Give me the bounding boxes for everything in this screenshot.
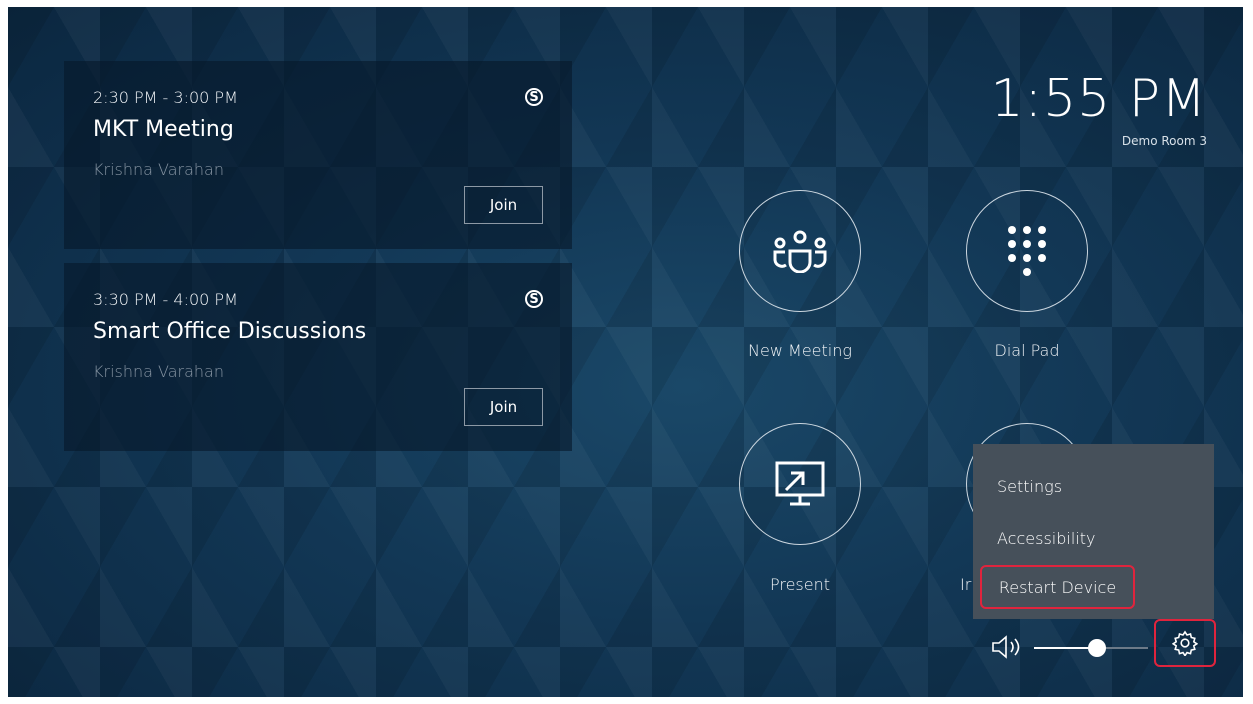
join-button[interactable]: Join <box>464 186 543 224</box>
meeting-time: 2:30 PM - 3:00 PM <box>93 88 238 107</box>
dialpad-icon <box>1008 226 1046 276</box>
volume-slider-thumb[interactable] <box>1087 639 1106 657</box>
new-meeting-button[interactable] <box>739 190 861 312</box>
meeting-title: MKT Meeting <box>93 117 234 142</box>
skype-icon: S <box>525 290 543 308</box>
dial-pad-label: Dial Pad <box>994 341 1060 360</box>
meeting-card-1[interactable]: 2:30 PM - 3:00 PM S MKT Meeting Krishna … <box>64 61 572 249</box>
skype-icon: S <box>525 88 543 106</box>
dial-pad-button[interactable] <box>966 190 1088 312</box>
present-screen-icon <box>775 461 825 506</box>
speaker-icon[interactable] <box>991 634 1025 660</box>
menu-item-settings[interactable]: Settings <box>997 477 1062 496</box>
volume-slider[interactable] <box>1034 639 1148 657</box>
room-console-screen: 2:30 PM - 3:00 PM S MKT Meeting Krishna … <box>8 7 1243 697</box>
present-button[interactable] <box>739 423 861 545</box>
gear-icon <box>1172 630 1198 656</box>
settings-menu: Settings Accessibility Restart Device <box>973 444 1214 619</box>
meeting-organizer: Krishna Varahan <box>93 362 224 381</box>
meeting-time: 3:30 PM - 4:00 PM <box>93 290 238 309</box>
invite-label: Ir <box>960 575 972 594</box>
menu-item-accessibility[interactable]: Accessibility <box>997 529 1095 548</box>
present-label: Present <box>769 575 831 594</box>
meeting-title: Smart Office Discussions <box>93 319 367 344</box>
join-button[interactable]: Join <box>464 388 543 426</box>
meeting-card-2[interactable]: 3:30 PM - 4:00 PM S Smart Office Discuss… <box>64 263 572 451</box>
new-meeting-label: New Meeting <box>748 341 852 360</box>
menu-item-restart-device[interactable]: Restart Device <box>980 565 1135 609</box>
people-icon <box>773 230 827 273</box>
room-name: Demo Room 3 <box>1121 134 1207 148</box>
clock: 1:55 PM <box>990 69 1207 129</box>
settings-gear-button[interactable] <box>1154 619 1216 667</box>
meeting-organizer: Krishna Varahan <box>93 160 224 179</box>
